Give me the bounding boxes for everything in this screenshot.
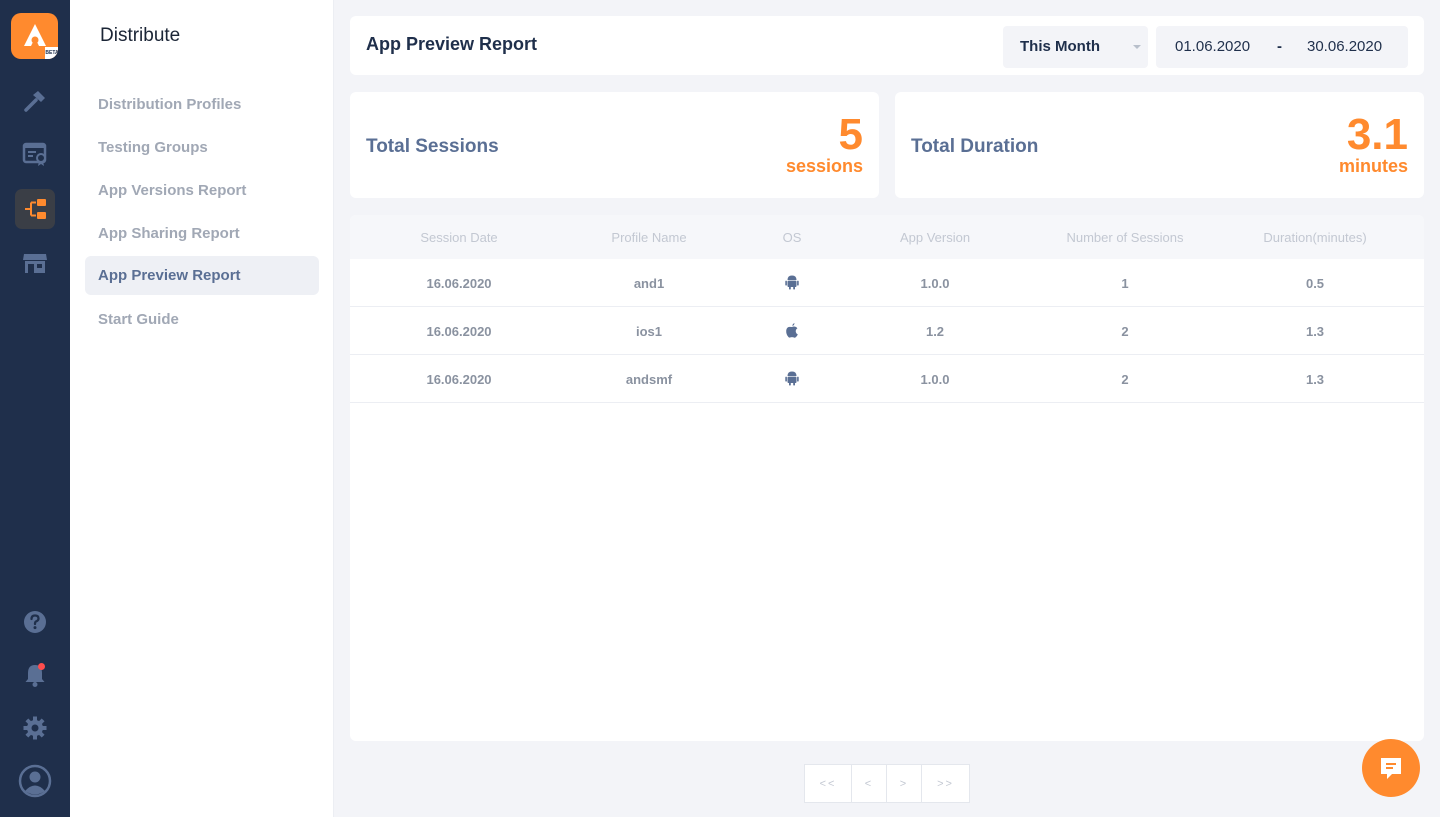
table-row[interactable]: 16.06.2020 andsmf 1.0.0 2 1.3 [350, 355, 1424, 403]
subnav-item-app-preview-report[interactable]: App Preview Report [85, 256, 319, 295]
cell-app-version: 1.0.0 [920, 276, 950, 291]
last-page-button[interactable]: >> [922, 765, 969, 802]
cell-app-version: 1.0.0 [920, 372, 950, 387]
date-separator: - [1277, 38, 1282, 55]
signing-identities-nav-button[interactable] [15, 134, 55, 174]
subnav-title: Distribute [100, 25, 181, 46]
total-duration-value: 3.1 [1346, 110, 1408, 159]
android-icon [785, 275, 799, 290]
gear-icon [23, 716, 47, 740]
subnav-item-testing-groups[interactable]: Testing Groups [85, 128, 319, 167]
cell-profile-name: ios1 [635, 324, 663, 339]
cell-number-of-sessions: 1 [1121, 276, 1129, 291]
date-from[interactable]: 01.06.2020 [1175, 38, 1250, 55]
total-sessions-unit: sessions [785, 156, 863, 176]
column-header-session-date[interactable]: Session Date [420, 230, 497, 245]
total-sessions-label: Total Sessions [366, 136, 499, 157]
column-header-duration[interactable]: Duration(minutes) [1263, 230, 1366, 245]
total-sessions-value: 5 [838, 110, 863, 159]
cell-number-of-sessions: 2 [1121, 324, 1129, 339]
hammer-icon [24, 91, 45, 112]
help-icon [24, 611, 46, 633]
apple-icon [786, 323, 798, 338]
report-header: App Preview Report This Month 01.06.2020… [350, 16, 1424, 75]
column-header-number-of-sessions[interactable]: Number of Sessions [1066, 230, 1183, 245]
store-icon [23, 254, 47, 273]
pagination: << < > >> [804, 764, 970, 803]
beta-badge: BETA [45, 47, 58, 59]
cell-number-of-sessions: 2 [1121, 372, 1129, 387]
column-header-os[interactable]: OS [783, 230, 802, 245]
build-nav-button[interactable] [15, 81, 55, 121]
app-rail: BETA [0, 0, 70, 817]
subnav-item-app-sharing-report[interactable]: App Sharing Report [85, 214, 319, 253]
sessions-table: Session Date Profile Name OS App Version… [350, 215, 1424, 741]
subnav-item-start-guide[interactable]: Start Guide [85, 300, 319, 339]
total-duration-unit: minutes [1338, 156, 1408, 176]
total-sessions-card: Total Sessions 5 sessions [350, 92, 879, 198]
chat-button[interactable] [1362, 739, 1420, 797]
period-select[interactable]: This Month [1003, 26, 1148, 68]
distribute-icon [25, 199, 46, 219]
appcircle-logo-icon[interactable]: BETA [11, 13, 58, 59]
table-row[interactable]: 16.06.2020 and1 1.0.0 1 0.5 [350, 259, 1424, 307]
previous-page-button[interactable]: < [852, 765, 887, 802]
settings-button[interactable] [15, 708, 55, 748]
cell-duration: 1.3 [1305, 324, 1325, 339]
total-duration-card: Total Duration 3.1 minutes [895, 92, 1424, 198]
table-header: Session Date Profile Name OS App Version… [350, 215, 1424, 259]
store-nav-button[interactable] [15, 243, 55, 283]
cell-profile-name: and1 [633, 276, 665, 291]
cell-session-date: 16.06.2020 [426, 276, 492, 291]
page-title: App Preview Report [366, 34, 538, 54]
column-header-profile-name[interactable]: Profile Name [611, 230, 686, 245]
first-page-button[interactable]: << [805, 765, 852, 802]
cell-session-date: 16.06.2020 [426, 372, 492, 387]
android-icon [785, 371, 799, 386]
subnav-item-distribution-profiles[interactable]: Distribution Profiles [85, 85, 319, 124]
notifications-button[interactable] [15, 655, 55, 695]
cell-session-date: 16.06.2020 [426, 324, 492, 339]
cell-duration: 1.3 [1305, 372, 1325, 387]
cell-app-version: 1.2 [925, 324, 945, 339]
certificate-icon [22, 142, 47, 166]
cell-duration: 0.5 [1305, 276, 1325, 291]
column-header-app-version[interactable]: App Version [900, 230, 970, 245]
chat-icon [1381, 758, 1401, 779]
total-duration-label: Total Duration [911, 136, 1039, 157]
distribute-subnav: Distribute Distribution Profiles Testing… [70, 0, 334, 817]
date-range-picker[interactable]: 01.06.2020 - 30.06.2020 [1156, 26, 1408, 68]
next-page-button[interactable]: > [887, 765, 922, 802]
period-select-value: This Month [1020, 38, 1100, 55]
cell-profile-name: andsmf [625, 372, 673, 387]
distribute-nav-button[interactable] [15, 189, 55, 229]
user-avatar-icon [18, 764, 52, 798]
table-row[interactable]: 16.06.2020 ios1 1.2 2 1.3 [350, 307, 1424, 355]
subnav-item-app-versions-report[interactable]: App Versions Report [85, 171, 319, 210]
help-button[interactable] [15, 602, 55, 642]
date-to[interactable]: 30.06.2020 [1307, 38, 1382, 55]
notification-dot [38, 663, 45, 670]
chevron-down-icon [1133, 45, 1141, 49]
user-profile-button[interactable] [15, 761, 55, 801]
